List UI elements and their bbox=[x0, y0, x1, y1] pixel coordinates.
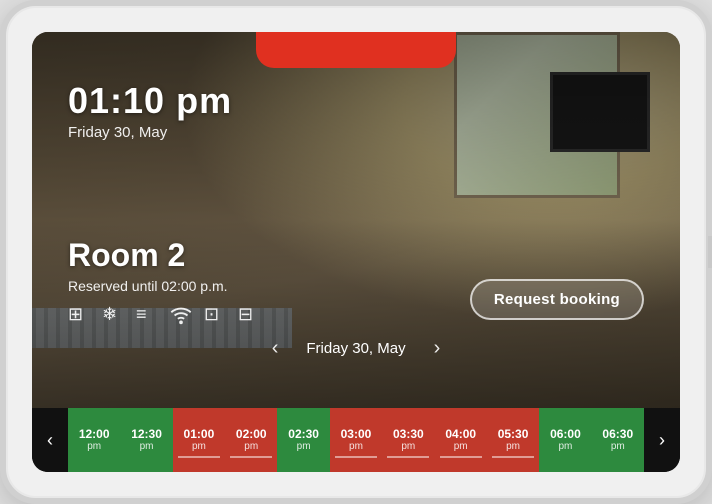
current-time: 01:10 pm bbox=[68, 80, 232, 122]
request-booking-button[interactable]: Request booking bbox=[470, 279, 644, 320]
timeline-slot[interactable]: 06:30 pm bbox=[592, 408, 644, 472]
timeline-slot[interactable]: 12:30 pm bbox=[120, 408, 172, 472]
date-navigation: ‹ Friday 30, May › bbox=[32, 333, 680, 364]
room-name: Room 2 bbox=[68, 237, 262, 274]
timeline-prev-button[interactable]: ‹ bbox=[32, 408, 68, 472]
radiator-icon: ≡ bbox=[136, 304, 160, 328]
projector-icon: ⊟ bbox=[238, 304, 262, 328]
time-info: 01:10 pm Friday 30, May bbox=[68, 80, 232, 141]
timeline: ‹ 12:00 pm 12:30 pm 01:00 pm 02:00 pm 02… bbox=[32, 408, 680, 472]
device-frame: 01:10 pm Friday 30, May Room 2 Reserved … bbox=[0, 0, 712, 504]
timeline-slot[interactable]: 04:00 pm bbox=[435, 408, 487, 472]
timeline-slot[interactable]: 06:00 pm bbox=[539, 408, 591, 472]
next-date-button[interactable]: › bbox=[426, 333, 449, 364]
top-status-bar bbox=[256, 32, 456, 68]
timeline-slot[interactable]: 05:30 pm bbox=[487, 408, 539, 472]
heating-icon: ⊞ bbox=[68, 304, 92, 328]
current-date: Friday 30, May bbox=[68, 124, 232, 141]
timeline-slot[interactable]: 03:30 pm bbox=[382, 408, 434, 472]
room-info: Room 2 Reserved until 02:00 p.m. ⊞ ❄ ≡ bbox=[68, 237, 262, 328]
screen: 01:10 pm Friday 30, May Room 2 Reserved … bbox=[32, 32, 680, 472]
timeline-slot[interactable]: 12:00 pm bbox=[68, 408, 120, 472]
ac-icon: ❄ bbox=[102, 304, 126, 328]
timeline-slot[interactable]: 03:00 pm bbox=[330, 408, 382, 472]
screen-icon: ⊡ bbox=[204, 304, 228, 328]
room-view: 01:10 pm Friday 30, May Room 2 Reserved … bbox=[32, 32, 680, 408]
wifi-icon bbox=[170, 304, 194, 328]
timeline-slot[interactable]: 02:30 pm bbox=[277, 408, 329, 472]
nav-date-label: Friday 30, May bbox=[306, 340, 405, 357]
timeline-next-button[interactable]: › bbox=[644, 408, 680, 472]
timeline-slot[interactable]: 01:00 pm bbox=[173, 408, 225, 472]
amenities-bar: ⊞ ❄ ≡ ⊡ ⊟ bbox=[68, 304, 262, 328]
room-status: Reserved until 02:00 p.m. bbox=[68, 278, 262, 294]
timeline-slot[interactable]: 02:00 pm bbox=[225, 408, 277, 472]
prev-date-button[interactable]: ‹ bbox=[264, 333, 287, 364]
timeline-slots: 12:00 pm 12:30 pm 01:00 pm 02:00 pm 02:3… bbox=[68, 408, 644, 472]
